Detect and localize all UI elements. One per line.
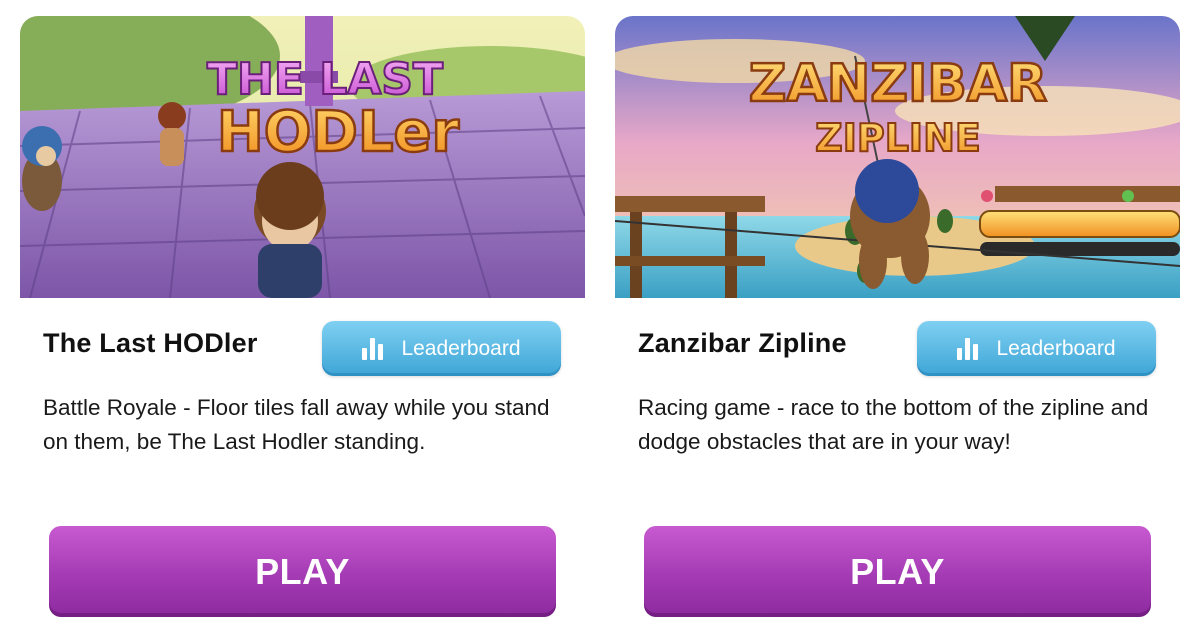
- thumbnail-art: THE LAST HODLer: [20, 16, 585, 298]
- game-title: Zanzibar Zipline: [638, 328, 847, 358]
- thumbnail-art: ZANZIBAR ZIPLINE: [615, 16, 1180, 298]
- leaderboard-button[interactable]: Leaderboard: [917, 321, 1156, 376]
- thumbnail-logo-line-2: ZIPLINE: [815, 116, 981, 160]
- thumbnail-logo-line-1: THE LAST: [207, 54, 443, 105]
- play-button[interactable]: PLAY: [49, 526, 556, 617]
- game-description: Battle Royale - Floor tiles fall away wh…: [43, 395, 550, 454]
- game-thumbnail[interactable]: THE LAST HODLer: [20, 16, 585, 298]
- thumbnail-logo-line-2: HODLer: [217, 100, 460, 165]
- game-title: The Last HODler: [43, 328, 258, 358]
- game-thumbnail[interactable]: ZANZIBAR ZIPLINE: [615, 16, 1180, 298]
- leaderboard-label: Leaderboard: [996, 336, 1116, 360]
- leaderboard-button[interactable]: Leaderboard: [322, 321, 561, 376]
- play-button[interactable]: PLAY: [644, 526, 1151, 617]
- bar-chart-icon: [362, 337, 384, 360]
- leaderboard-label: Leaderboard: [401, 336, 521, 360]
- games-page: THE LAST HODLer The Last HODler Leaderbo…: [0, 0, 1200, 638]
- game-card-zanzibar-zipline: ZANZIBAR ZIPLINE Zanzibar Zipline Leader…: [615, 16, 1180, 626]
- game-card-the-last-hodler: THE LAST HODLer The Last HODler Leaderbo…: [20, 16, 585, 626]
- bar-chart-icon: [957, 337, 979, 360]
- game-description: Racing game - race to the bottom of the …: [638, 395, 1149, 454]
- thumbnail-logo-line-1: ZANZIBAR: [749, 54, 1047, 114]
